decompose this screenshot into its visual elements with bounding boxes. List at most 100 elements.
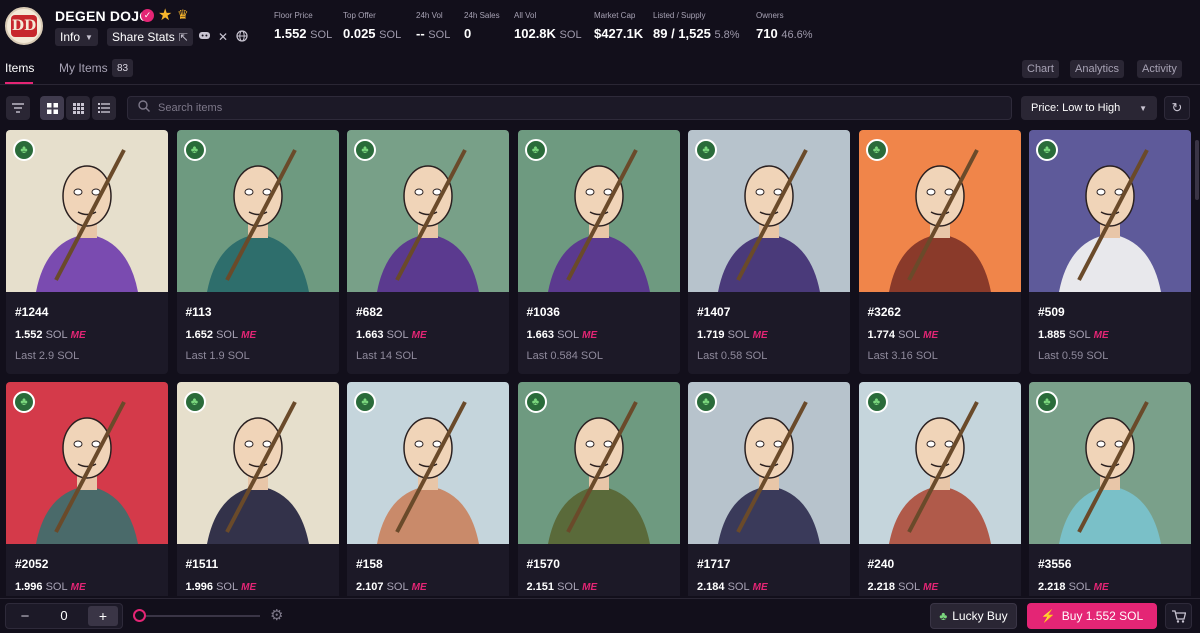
tab-chart[interactable]: Chart [1022, 60, 1059, 78]
item-id: #113 [185, 305, 212, 319]
nft-image[interactable]: ♣ [176, 130, 339, 292]
list-view-icon[interactable] [92, 96, 116, 120]
share-stats-button[interactable]: Share Stats ⇱ [107, 28, 193, 46]
tab-my-items[interactable]: My Items [59, 61, 108, 75]
nft-image[interactable]: ♣ [1029, 382, 1191, 544]
decrease-button[interactable]: − [10, 606, 40, 626]
large-grid-view-icon[interactable] [40, 96, 64, 120]
refresh-icon[interactable]: ↻ [1164, 96, 1190, 120]
nft-image[interactable]: ♣ [347, 130, 509, 292]
stat-pct: 46.6% [781, 29, 813, 41]
scrollbar[interactable] [1194, 130, 1200, 596]
search-box[interactable] [127, 96, 1012, 120]
filter-icon[interactable] [6, 96, 30, 120]
lucky-buy-button[interactable]: ♣ Lucky Buy [930, 603, 1017, 629]
item-card[interactable]: ♣ #1036 1.663 SOL ME Last 0.584 SOL [517, 130, 680, 374]
discord-icon[interactable] [198, 30, 211, 44]
gear-icon[interactable]: ⚙ [270, 606, 283, 624]
nft-image[interactable]: ♣ [6, 130, 168, 292]
sweep-slider-handle[interactable] [133, 609, 146, 622]
verified-icon: ✓ [141, 9, 154, 22]
star-icon[interactable]: ★ [158, 5, 172, 25]
buy-button[interactable]: ⚡ Buy 1.552 SOL [1027, 603, 1157, 629]
item-card[interactable]: ♣ #1511 1.996 SOL ME [176, 382, 339, 596]
price-value: 1.663 [526, 329, 555, 341]
stat-value: 1.552 [274, 26, 307, 41]
nft-image[interactable]: ♣ [858, 382, 1021, 544]
price-value: 2.218 [1038, 581, 1066, 593]
item-card[interactable]: ♣ #1407 1.719 SOL ME Last 0.58 SOL [688, 130, 850, 374]
nft-image[interactable]: ♣ [176, 382, 339, 544]
item-price: 1.652 SOL ME [186, 329, 257, 341]
share-icon: ⇱ [178, 31, 188, 44]
price-unit: SOL [727, 329, 750, 341]
search-input[interactable] [158, 102, 958, 114]
items-grid: ♣ #1244 1.552 SOL ME Last 2.9 SOL ♣ #113 1.652 … [6, 130, 1192, 596]
nft-image[interactable]: ♣ [688, 130, 850, 292]
info-label: Info [60, 30, 81, 44]
item-card[interactable]: ♣ #3262 1.774 SOL ME Last 3.16 SOL [858, 130, 1021, 374]
item-price: 1.552 SOL ME [15, 329, 86, 341]
nft-image[interactable]: ♣ [1029, 130, 1191, 292]
info-dropdown-button[interactable]: Info ▼ [55, 28, 98, 46]
sweep-slider-track[interactable] [140, 615, 260, 617]
item-card[interactable]: ♣ #2052 1.996 SOL ME [6, 382, 168, 596]
item-card[interactable]: ♣ #1570 2.151 SOL ME [517, 382, 680, 596]
item-card[interactable]: ♣ #1717 2.184 SOL ME [688, 382, 850, 596]
price-unit: SOL [216, 581, 239, 593]
item-card[interactable]: ♣ #113 1.652 SOL ME Last 1.9 SOL [176, 130, 339, 374]
last-sale: Last 14 SOL [356, 350, 418, 362]
tab-items[interactable]: Items [5, 61, 34, 75]
stat-market-cap: Market Cap $427.1K [594, 11, 643, 41]
stat-all-vol: All Vol 102.8K SOL [514, 11, 582, 41]
tab-activity[interactable]: Activity [1137, 60, 1182, 78]
my-items-count-badge: 83 [112, 59, 134, 77]
collection-header: DD DEGEN DOJO ✓ ★ ♛ Info ▼ Share Stats ⇱ ✕… [0, 0, 1200, 52]
tab-analytics[interactable]: Analytics [1070, 60, 1125, 78]
item-card[interactable]: ♣ #1244 1.552 SOL ME Last 2.9 SOL [6, 130, 168, 374]
item-id: #1407 [697, 305, 731, 319]
last-sale: Last 0.58 SOL [697, 350, 768, 362]
sort-dropdown[interactable]: Price: Low to High ▼ [1021, 96, 1157, 120]
item-card[interactable]: ♣ #158 2.107 SOL ME [347, 382, 509, 596]
small-grid-view-icon[interactable] [66, 96, 90, 120]
magic-eden-icon: ME [582, 330, 598, 341]
nft-image[interactable]: ♣ [517, 130, 680, 292]
item-price: 2.218 SOL ME [868, 581, 939, 593]
stat-label: All Vol [514, 11, 537, 20]
item-card[interactable]: ♣ #682 1.663 SOL ME Last 14 SOL [347, 130, 509, 374]
increase-button[interactable]: + [88, 606, 118, 626]
quantity-value[interactable]: 0 [46, 608, 82, 623]
item-price: 2.184 SOL ME [697, 581, 768, 593]
nft-image[interactable]: ♣ [858, 130, 1021, 292]
x-icon[interactable]: ✕ [218, 30, 228, 44]
lightning-icon: ⚡ [1040, 609, 1056, 623]
clover-icon: ♣ [695, 391, 717, 413]
clover-icon: ♣ [13, 139, 35, 161]
nft-image[interactable]: ♣ [347, 382, 509, 544]
item-price: 2.107 SOL ME [356, 581, 427, 593]
nft-image[interactable]: ♣ [6, 382, 168, 544]
item-card[interactable]: ♣ #509 1.885 SOL ME Last 0.59 SOL [1029, 130, 1191, 374]
price-unit: SOL [727, 581, 750, 593]
price-value: 1.885 [1038, 329, 1066, 341]
globe-icon[interactable] [236, 30, 248, 45]
item-id: #682 [356, 305, 383, 319]
price-unit: SOL [1068, 581, 1091, 593]
cart-icon[interactable] [1165, 603, 1192, 629]
last-sale: Last 2.9 SOL [15, 350, 80, 362]
collection-logo: DD [5, 7, 43, 45]
price-value: 1.652 [185, 329, 214, 341]
stat-24h-sales: 24h Sales 0 [464, 11, 500, 41]
price-value: 1.552 [15, 329, 43, 341]
nft-image[interactable]: ♣ [688, 382, 850, 544]
stat-value: 0.025 [343, 26, 376, 41]
scroll-thumb[interactable] [1195, 140, 1199, 200]
nft-image[interactable]: ♣ [517, 382, 680, 544]
item-card[interactable]: ♣ #240 2.218 SOL ME [858, 382, 1021, 596]
tab-bar: Items My Items 83 Chart Analytics Activi… [0, 52, 1200, 85]
item-price: 1.885 SOL ME [1038, 329, 1109, 341]
item-price: 1.996 SOL ME [15, 581, 86, 593]
price-unit: SOL [216, 329, 239, 341]
item-card[interactable]: ♣ #3556 2.218 SOL ME [1029, 382, 1191, 596]
